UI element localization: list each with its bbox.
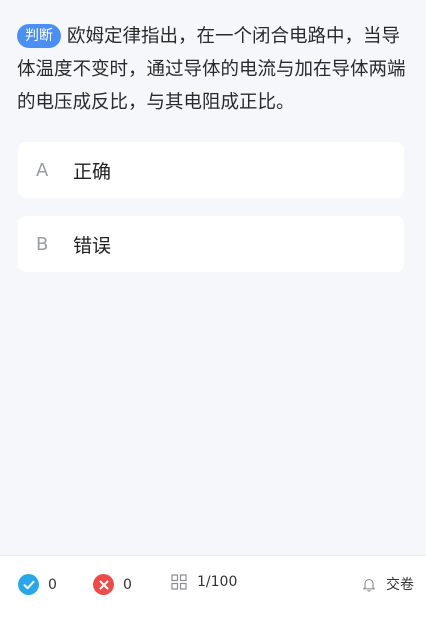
check-icon (18, 574, 39, 595)
option-text: 错误 (73, 234, 112, 257)
bottom-bar: 0 0 1/100 交卷 (0, 555, 426, 619)
grid-icon (171, 574, 187, 590)
question-stem: 判断 欧姆定律指出，在一个闭合电路中，当导体温度不变时，通过导体的电流与加在导体两… (17, 20, 417, 119)
option-b[interactable]: B 错误 (18, 216, 404, 272)
question-progress-button[interactable]: 1/100 (171, 574, 237, 590)
submit-button[interactable]: 交卷 (362, 574, 414, 594)
correct-count: 0 (48, 576, 57, 593)
correct-count-indicator[interactable]: 0 (18, 574, 57, 595)
wrong-count-indicator[interactable]: 0 (93, 574, 132, 595)
close-icon (93, 574, 114, 595)
bell-icon (363, 578, 375, 592)
question-text: 欧姆定律指出，在一个闭合电路中，当导体温度不变时，通过导体的电流与加在导体两端的… (17, 26, 406, 113)
submit-label: 交卷 (386, 577, 414, 593)
question-type-badge: 判断 (17, 24, 61, 48)
wrong-count: 0 (123, 576, 132, 593)
option-letter: B (36, 233, 49, 255)
progress-text: 1/100 (197, 574, 238, 590)
option-a[interactable]: A 正确 (18, 142, 404, 198)
option-letter: A (36, 159, 49, 181)
option-text: 正确 (73, 160, 112, 183)
